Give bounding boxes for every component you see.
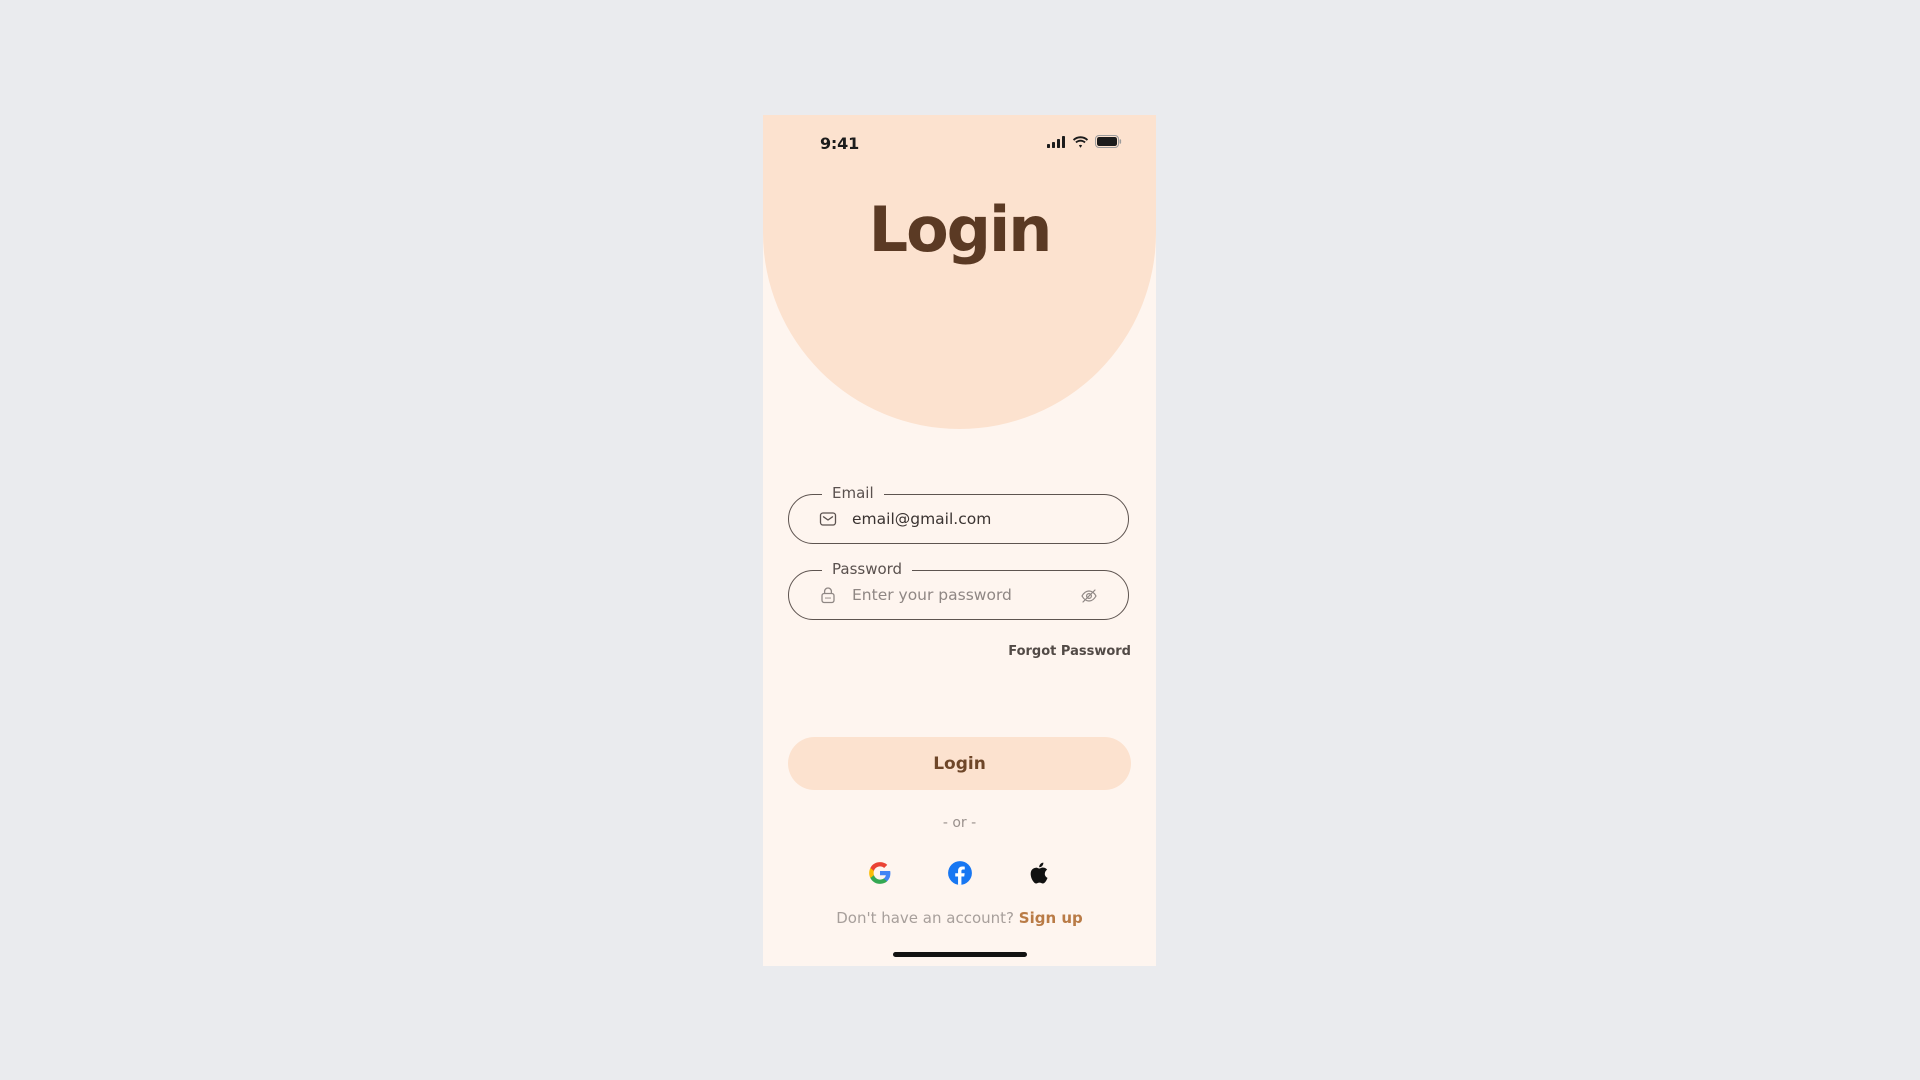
email-field[interactable]: Email email@gmail.com (788, 483, 1129, 544)
password-field[interactable]: Password (788, 559, 1129, 620)
signup-row: Don't have an account? Sign up (763, 909, 1156, 927)
or-divider: - or - (942, 815, 977, 831)
facebook-icon[interactable] (947, 860, 973, 886)
phone-screen: 9:41 Login Email email@gmail.com Passwor… (763, 115, 1156, 966)
status-icons (1047, 135, 1122, 148)
status-time: 9:41 (820, 134, 859, 153)
email-label: Email (822, 483, 884, 503)
forgot-password-link[interactable]: Forgot Password (1008, 644, 1131, 659)
google-icon[interactable] (867, 860, 893, 886)
eye-off-icon[interactable] (1080, 587, 1098, 605)
signup-link[interactable]: Sign up (1019, 909, 1083, 927)
wifi-icon (1072, 135, 1089, 148)
lock-icon (821, 587, 835, 604)
mail-icon (819, 512, 837, 526)
status-bar: 9:41 (763, 115, 1156, 171)
cellular-signal-icon (1047, 135, 1065, 148)
home-indicator (893, 952, 1027, 957)
signup-prompt: Don't have an account? (836, 909, 1014, 927)
login-button[interactable]: Login (788, 737, 1131, 790)
apple-icon[interactable] (1027, 860, 1053, 886)
password-label: Password (822, 559, 913, 579)
page-title: Login (868, 193, 1053, 266)
password-input[interactable] (852, 583, 1072, 607)
email-value: email@gmail.com (852, 510, 992, 528)
battery-icon (1095, 135, 1122, 148)
